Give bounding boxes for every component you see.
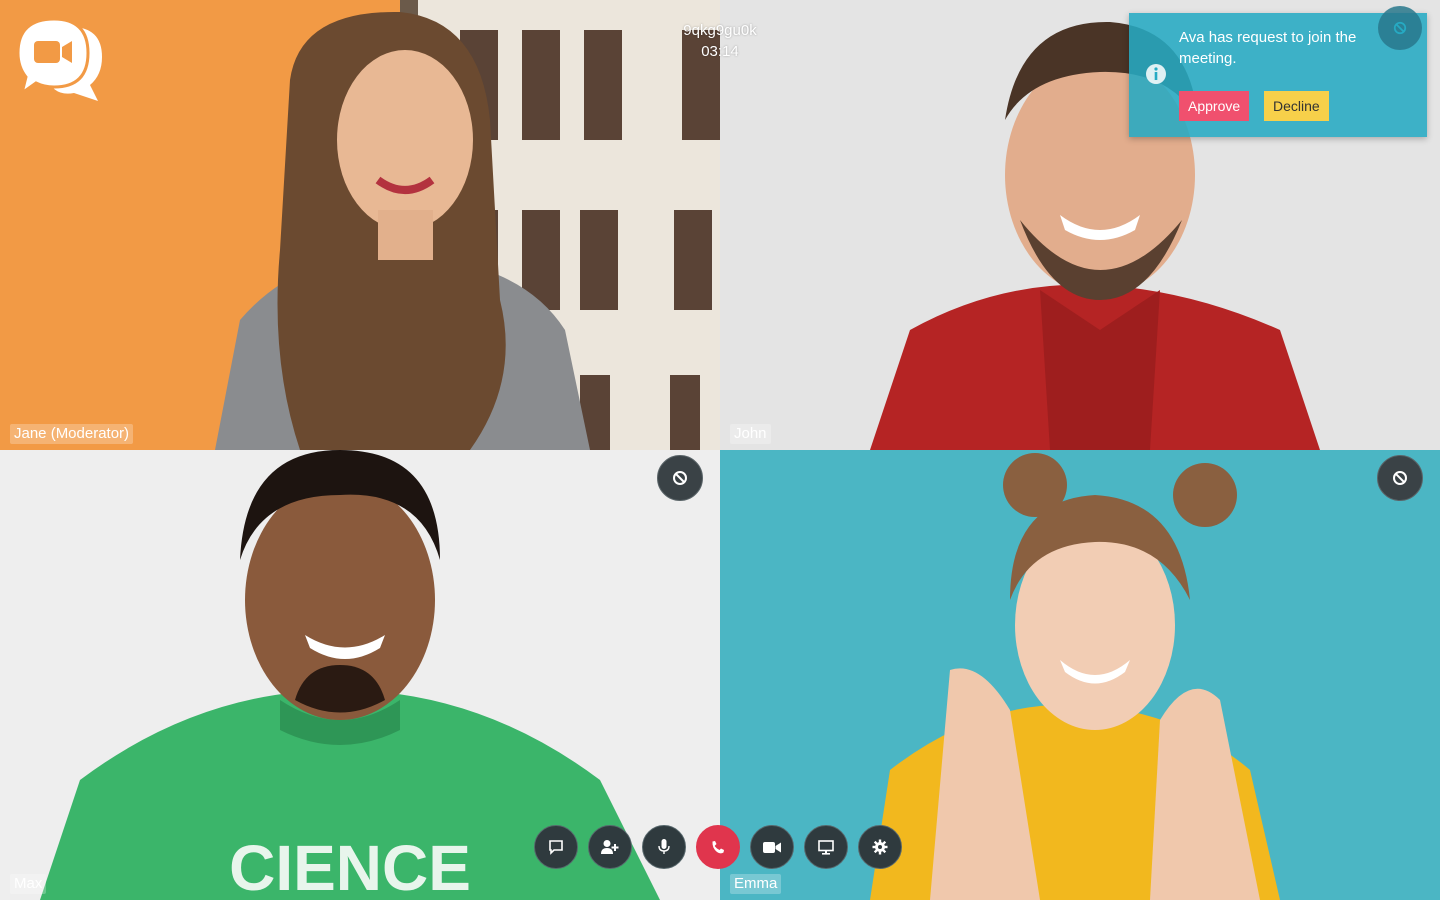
screen-share-icon (818, 839, 834, 855)
microphone-button[interactable] (642, 825, 686, 869)
hang-up-icon (712, 841, 724, 854)
video-camera-icon (763, 841, 781, 853)
app-logo (16, 17, 104, 103)
block-icon (673, 471, 687, 485)
call-controls (534, 825, 902, 869)
screen-share-button[interactable] (804, 825, 848, 869)
microphone-icon (658, 839, 670, 854)
participant-name: Jane (Moderator) (10, 424, 134, 444)
meeting-timer: 03:14 (701, 43, 739, 60)
meeting-info: 9qkg9gu0k 03:14 (660, 20, 780, 62)
participant-name: Max (10, 874, 47, 894)
block-icon (1393, 471, 1407, 485)
meeting-room-id: 9qkg9gu0k (683, 22, 757, 39)
hang-up-button[interactable] (696, 825, 740, 869)
approve-button[interactable]: Approve (1179, 91, 1250, 121)
info-icon (1146, 64, 1166, 84)
svg-text:CIENCE: CIENCE (229, 832, 471, 900)
notification-message: Ava has request to join the meeting. (1179, 29, 1357, 67)
video-toggle-button[interactable] (750, 825, 794, 869)
add-participant-button[interactable] (588, 825, 632, 869)
block-participant-button[interactable] (657, 455, 703, 501)
video-tile-jane[interactable]: Jane (Moderator) (0, 0, 720, 450)
chat-button[interactable] (534, 825, 578, 869)
block-participant-button[interactable] (1377, 455, 1423, 501)
participant-name: Emma (730, 874, 782, 894)
add-user-icon (601, 840, 619, 854)
participant-name: John (730, 424, 771, 444)
block-participant-button[interactable] (1378, 6, 1422, 50)
settings-icon (872, 839, 888, 855)
settings-button[interactable] (858, 825, 902, 869)
block-icon (1393, 21, 1407, 35)
chat-icon (549, 840, 563, 855)
participant-video-jane (0, 0, 720, 450)
decline-button[interactable]: Decline (1264, 91, 1329, 121)
